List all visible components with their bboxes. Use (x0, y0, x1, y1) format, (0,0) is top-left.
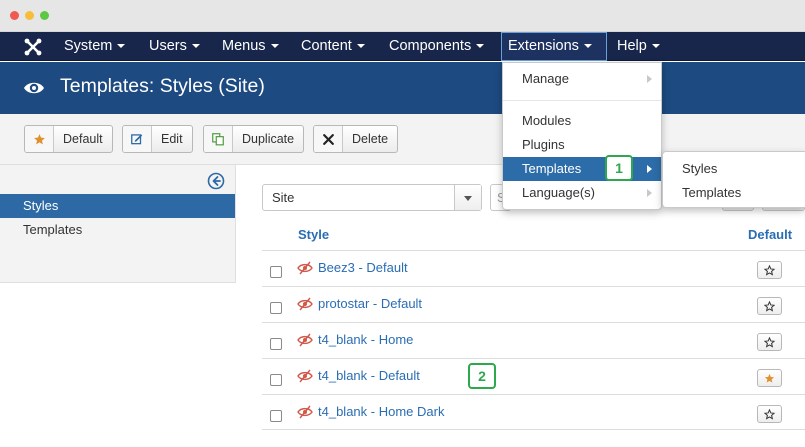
row-checkbox[interactable] (270, 302, 282, 314)
submenu-item-templates[interactable]: Templates (663, 181, 805, 205)
chevron-down-icon (454, 185, 481, 210)
submenu-item-styles[interactable]: Styles (663, 157, 805, 181)
page-header: Templates: Styles (Site) (0, 62, 805, 114)
menu-item-modules[interactable]: Modules (503, 109, 661, 133)
nav-extensions[interactable]: Extensions (501, 32, 607, 61)
row-checkbox[interactable] (270, 338, 282, 350)
row-checkbox[interactable] (270, 410, 282, 422)
sidebar: Styles Templates (0, 165, 236, 283)
edit-icon (123, 126, 152, 152)
callout-badge-2: 2 (468, 363, 496, 389)
star-filled-icon (764, 373, 775, 383)
style-name-link[interactable]: t4_blank - Home (318, 332, 413, 347)
menu-item-manage[interactable]: Manage (503, 67, 661, 91)
eye-slash-icon (297, 333, 313, 347)
eye-slash-icon (297, 297, 313, 311)
templates-submenu: Styles Templates (662, 151, 805, 208)
nav-users[interactable]: Users (143, 32, 206, 61)
style-name-link[interactable]: t4_blank - Default (318, 368, 420, 383)
collapse-sidebar-icon[interactable] (207, 172, 225, 190)
chevron-right-icon (647, 75, 652, 83)
chevron-down-icon (191, 44, 200, 48)
set-default-button[interactable] (757, 261, 782, 279)
table-row: protostar - Default (262, 286, 805, 322)
style-name-link[interactable]: t4_blank - Home Dark (318, 404, 444, 419)
delete-button[interactable]: Delete (313, 125, 399, 153)
chevron-down-icon (476, 44, 485, 48)
set-default-button[interactable] (757, 297, 782, 315)
eye-slash-icon (297, 261, 313, 275)
menu-divider (503, 100, 661, 101)
client-filter-select[interactable]: Site (262, 184, 482, 211)
maximize-window-button[interactable] (40, 11, 49, 20)
nav-system[interactable]: System (58, 32, 131, 61)
column-header-style[interactable]: Style (298, 227, 329, 242)
chevron-down-icon (356, 44, 365, 48)
chevron-down-icon (583, 44, 592, 48)
table-row: t4_blank - Default (262, 358, 805, 394)
set-default-button[interactable] (757, 405, 782, 423)
close-window-button[interactable] (10, 11, 19, 20)
edit-button[interactable]: Edit (122, 125, 193, 153)
table-row: t4_blank - Home Dark (262, 394, 805, 430)
menu-item-plugins[interactable]: Plugins (503, 133, 661, 157)
star-outline-icon (764, 264, 775, 276)
star-icon (25, 126, 54, 152)
chevron-down-icon (117, 44, 126, 48)
nav-help[interactable]: Help (611, 32, 666, 61)
row-checkbox[interactable] (270, 374, 282, 386)
page-title: Templates: Styles (Site) (60, 75, 265, 97)
column-header-default[interactable]: Default (748, 227, 792, 242)
nav-content[interactable]: Content (295, 32, 371, 61)
extensions-dropdown-menu: Manage Modules Plugins Templates Languag… (502, 62, 662, 210)
close-icon (314, 126, 343, 152)
eye-slash-icon (297, 369, 313, 383)
row-checkbox[interactable] (270, 266, 282, 278)
sidebar-item-templates[interactable]: Templates (0, 218, 235, 242)
eye-icon (24, 82, 44, 94)
star-outline-icon (764, 300, 775, 312)
default-button[interactable]: Default (24, 125, 113, 153)
table-row: t4_blank - Home (262, 322, 805, 358)
star-outline-icon (764, 408, 775, 420)
default-star-button[interactable] (757, 369, 782, 387)
eye-slash-icon (297, 405, 313, 419)
duplicate-button[interactable]: Duplicate (203, 125, 305, 153)
nav-components[interactable]: Components (383, 32, 490, 61)
nav-menus[interactable]: Menus (216, 32, 285, 61)
table-row: Beez3 - Default (262, 250, 805, 286)
copy-icon (204, 126, 233, 152)
star-outline-icon (764, 336, 775, 348)
style-name-link[interactable]: Beez3 - Default (318, 260, 408, 275)
minimize-window-button[interactable] (25, 11, 34, 20)
callout-badge-1: 1 (605, 155, 633, 181)
menu-item-templates[interactable]: Templates (503, 157, 661, 181)
window-titlebar (0, 0, 805, 32)
set-default-button[interactable] (757, 333, 782, 351)
chevron-right-icon (647, 165, 652, 173)
sidebar-item-styles[interactable]: Styles (0, 194, 235, 218)
joomla-logo-icon[interactable] (23, 37, 43, 57)
chevron-down-icon (651, 44, 660, 48)
menu-item-languages[interactable]: Language(s) (503, 181, 661, 205)
style-name-link[interactable]: protostar - Default (318, 296, 422, 311)
chevron-down-icon (270, 44, 279, 48)
chevron-right-icon (647, 189, 652, 197)
admin-navbar: System Users Menus Content Components Ex… (0, 32, 805, 61)
